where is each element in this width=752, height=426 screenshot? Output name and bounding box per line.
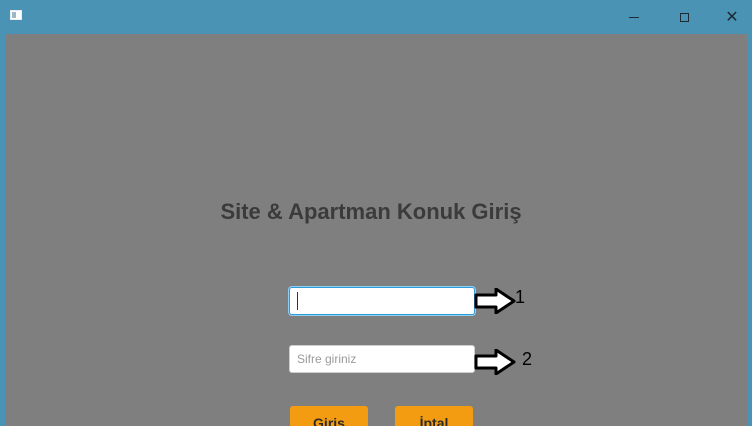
app-icon (10, 10, 22, 20)
login-form-area: Site & Apartman Konuk Giriş 1 2 Giriş İp… (5, 34, 747, 426)
app-window: ✕ Site & Apartman Konuk Giriş 1 2 Giriş … (0, 0, 752, 426)
annotation-label-1: 1 (515, 287, 526, 307)
minimize-button[interactable] (611, 0, 657, 34)
maximize-icon (679, 12, 689, 22)
close-button[interactable]: ✕ (709, 0, 752, 34)
title-bar[interactable]: ✕ (0, 0, 752, 34)
login-button[interactable]: Giriş (290, 406, 368, 426)
maximize-button[interactable] (661, 0, 707, 34)
page-title: Site & Apartman Konuk Giriş (220, 199, 522, 224)
text-caret (297, 292, 298, 310)
cancel-button[interactable]: İptal (395, 406, 473, 426)
arrow-right-icon (474, 288, 516, 314)
password-field[interactable] (289, 345, 475, 373)
username-field[interactable] (289, 287, 475, 315)
minimize-icon (629, 16, 639, 18)
annotation-label-2: 2 (522, 349, 533, 369)
arrow-right-icon (474, 349, 516, 375)
close-icon: ✕ (725, 7, 739, 26)
